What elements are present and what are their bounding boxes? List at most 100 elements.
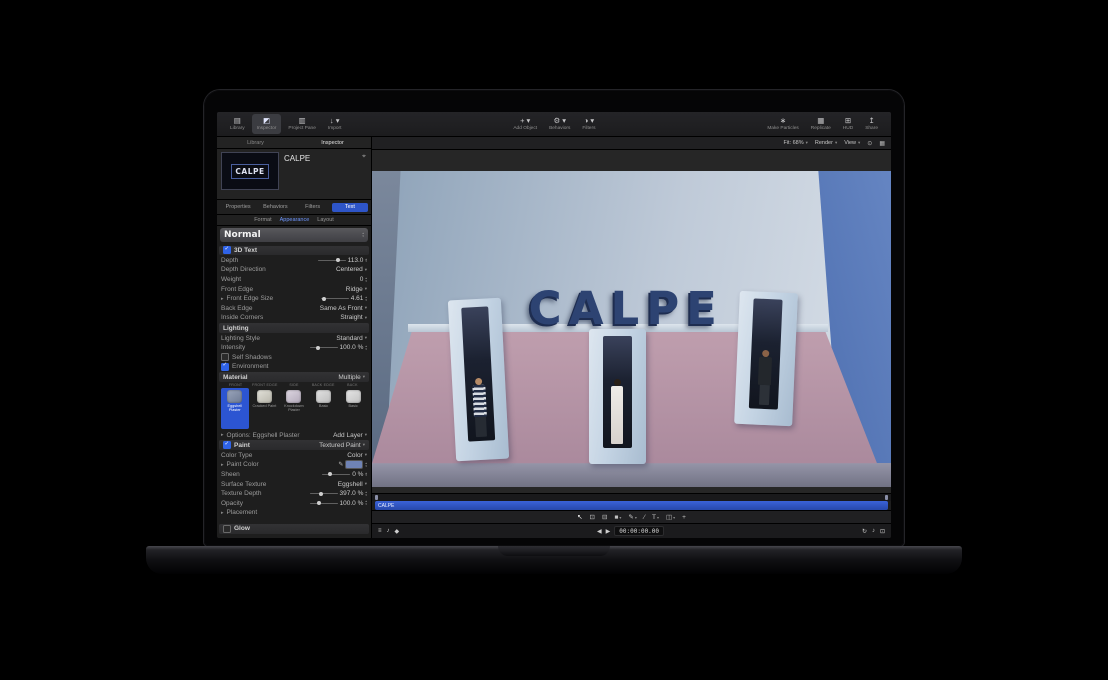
value-stepper[interactable]: ▴▾ [365,345,367,351]
inspector-tab-behaviors[interactable]: Behaviors [257,203,293,212]
zoom-level-menu[interactable]: Fit: 68%▾ [783,140,807,146]
style-preset-well[interactable]: Normal ▴▾ [220,228,368,242]
toolbar-button-behaviors[interactable]: ⚙ ▾Behaviors [544,114,575,134]
subtab-format[interactable]: Format [254,217,271,223]
depth-direction-popup[interactable]: Centered [336,266,363,273]
color-type-popup[interactable]: Color [347,452,363,459]
show-timeline-icon[interactable]: ≡ [378,528,382,534]
texture-depth-value[interactable]: 397.0 % [340,490,364,497]
toolbar-button-replicate[interactable]: ▦Replicate [806,114,836,134]
panel-tab-inspector[interactable]: Inspector [294,137,371,148]
value-stepper[interactable]: ▴▾ [365,472,367,478]
disclosure-triangle-icon[interactable]: ▸ [221,462,224,468]
value-stepper[interactable]: ▴▾ [365,500,367,506]
toolbar-button-make-particles[interactable]: ∗Make Particles [762,114,803,134]
toolbar-button-add-object[interactable]: + ▾Add Object [508,114,542,134]
toolbar-button-inspector[interactable]: ◩Inspector [252,114,282,134]
inspector-tab-filters[interactable]: Filters [295,203,331,212]
timeline-track-calpe[interactable]: CALPE [375,501,888,510]
inspector-tab-properties[interactable]: Properties [220,203,256,212]
paint-color-swatch[interactable] [345,460,363,469]
play-button[interactable]: ▶ [606,528,611,535]
depth-value[interactable]: 113.0 [348,257,364,264]
eyedropper-icon[interactable]: ✎ [338,461,343,468]
disclosure-triangle-icon[interactable]: ▸ [221,510,224,516]
bezier-tool[interactable]: ✎▾ [628,513,636,521]
panel-tab-library[interactable]: Library [217,137,294,148]
loop-icon[interactable]: ↻ [862,528,867,535]
surface-texture-popup[interactable]: Eggshell [338,481,363,488]
front-edge-size-slider[interactable] [321,298,349,299]
subtab-layout[interactable]: Layout [317,217,334,223]
text-tool[interactable]: T▾ [652,514,659,521]
toolbar-button-import[interactable]: ↓ ▾Import [323,114,347,134]
transform-tool[interactable]: ⊡ [590,513,595,521]
preset-stepper[interactable]: ▴▾ [362,232,364,238]
row-lighting[interactable]: Lighting [219,323,369,333]
material-basic[interactable]: Basic [310,388,338,429]
value-stepper[interactable]: ▴▾ [365,258,367,264]
disclosure-triangle-icon[interactable]: ▸ [221,432,224,438]
view-menu[interactable]: View▾ [844,140,860,146]
value-stepper[interactable]: ▴▾ [365,491,367,497]
weight-value[interactable]: 0 [360,276,364,283]
crop-tool[interactable]: ⊟ [602,513,607,521]
show-audio-icon[interactable]: ♪ [387,528,390,534]
intensity-value[interactable]: 100.0 % [340,344,364,351]
material-cracked-paint[interactable]: Cracked Paint [251,388,279,429]
paint-checkbox[interactable] [223,441,231,449]
value-stepper[interactable]: ▴▾ [365,277,367,283]
audio-icon[interactable]: ♪ [872,528,875,534]
toolbar-button-project-pane[interactable]: ▥Project Pane [283,114,320,134]
grid-icon[interactable]: ▦ [879,140,885,147]
previous-frame-button[interactable]: ◀ [597,528,602,535]
lighting-style-popup[interactable]: Standard [336,335,362,342]
material-eggshell-plaster[interactable]: Eggshell Plaster [221,388,249,429]
select-tool[interactable]: ↖ [577,513,582,521]
row-3d-text[interactable]: 3D Text [219,246,369,256]
opacity-slider[interactable] [310,503,338,504]
paint-popup[interactable]: Textured Paint [319,442,361,449]
front-edge-size-value[interactable]: 4.61 [351,295,364,302]
3d-text-checkbox[interactable] [223,246,231,254]
adjust-tool[interactable]: + [682,514,686,521]
disclosure-triangle-icon[interactable]: ▸ [221,296,224,302]
output-icon[interactable]: ⊡ [880,528,885,535]
material-basic[interactable]: Basic [339,388,367,429]
material-popup[interactable]: Multiple [338,374,360,381]
sheen-slider[interactable] [322,474,350,475]
play-range-start-marker[interactable] [375,495,378,500]
row-material[interactable]: MaterialMultiple▾ [219,372,369,382]
inside-corners-popup[interactable]: Straight [340,314,362,321]
intensity-slider[interactable] [310,347,338,348]
mask-tool[interactable]: ◫▾ [666,513,675,521]
material-knockdown-plaster[interactable]: Knockdown Plaster [280,388,308,429]
toolbar-button-hud[interactable]: ⊞HUD [838,114,858,134]
toolbar-button-library[interactable]: ▤Library [225,114,250,134]
glow-checkbox[interactable] [223,525,231,533]
shape-tool[interactable]: ■▾ [614,514,621,521]
environment-checkbox[interactable] [221,363,229,371]
canvas-viewport[interactable]: CALPE [372,150,891,493]
subtab-appearance[interactable]: Appearance [280,217,310,223]
row-glow[interactable]: Glow [219,524,369,534]
opacity-value[interactable]: 100.0 % [340,500,364,507]
depth-slider[interactable] [318,260,346,261]
line-tool[interactable]: ∕ [644,514,645,521]
overlays-icon[interactable]: ⊙ [867,140,872,147]
timecode-display[interactable]: 00:00:00.00 [614,526,664,536]
front-edge-popup[interactable]: Ridge [346,286,363,293]
value-stepper[interactable]: ▴▾ [365,296,367,302]
self-shadows-checkbox[interactable] [221,353,229,361]
texture-depth-slider[interactable] [310,493,338,494]
timeline-ruler[interactable] [372,493,891,501]
row-paint[interactable]: PaintTextured Paint▾ [219,440,369,450]
sheen-value[interactable]: 0 % [352,471,363,478]
value-stepper[interactable]: ▴▾ [365,462,367,468]
render-menu[interactable]: Render▾ [815,140,837,146]
back-edge-popup[interactable]: Same As Front [320,305,363,312]
toolbar-button-filters[interactable]: ◑ ▾Filters [577,114,600,134]
toolbar-button-share[interactable]: ↥Share [860,114,883,134]
add-layer-popup[interactable]: Add Layer [333,432,363,439]
inspector-tab-text[interactable]: Text [332,203,368,212]
